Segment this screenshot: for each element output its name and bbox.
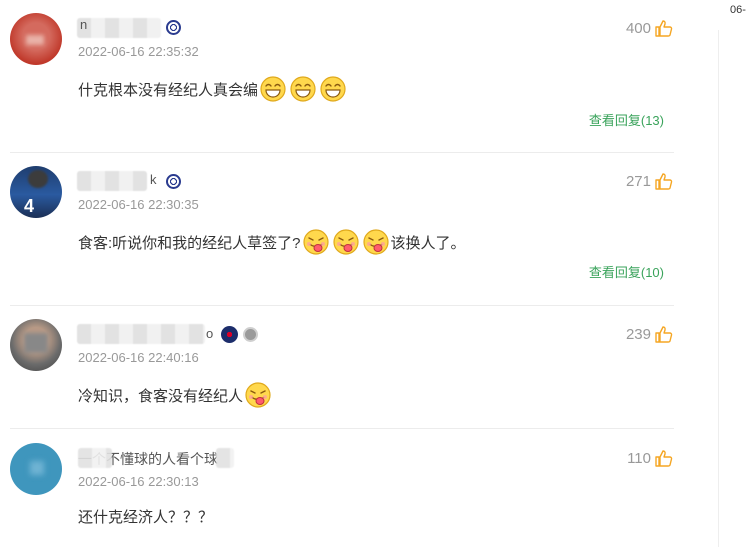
comment-text-tail: 该换人了。 bbox=[390, 234, 466, 252]
username-blurred bbox=[78, 448, 112, 468]
comment-item: 4 k 2022-06-16 22:30:35 271 食客:听说你和我的经纪人… bbox=[10, 166, 674, 296]
username-blurred[interactable] bbox=[77, 324, 205, 344]
comment-time: 2022-06-16 22:35:32 bbox=[78, 44, 199, 59]
comment-text: 冷知识，食客没有经纪人 bbox=[78, 382, 273, 408]
view-replies-link[interactable]: 查看回复(10) bbox=[589, 262, 664, 281]
sidebar-divider bbox=[718, 30, 719, 547]
like-button[interactable]: 271 bbox=[626, 171, 674, 191]
tongue-emoji-icon bbox=[362, 229, 389, 255]
tongue-emoji-icon bbox=[302, 229, 329, 255]
tongue-emoji-icon bbox=[245, 382, 271, 408]
comment-text-body: 冷知识，食客没有经纪人 bbox=[78, 387, 244, 405]
like-button[interactable]: 400 bbox=[626, 18, 674, 38]
avatar[interactable] bbox=[10, 13, 62, 65]
thumbs-up-icon bbox=[655, 173, 673, 190]
comment-text: 什克根本没有经纪人真会编 bbox=[78, 76, 348, 102]
comment-item: o 2022-06-16 22:40:16 239 冷知识，食客没有经纪人 bbox=[10, 319, 674, 419]
avatar[interactable]: 4 bbox=[10, 166, 62, 218]
like-count: 110 bbox=[627, 449, 651, 467]
username-blurred[interactable] bbox=[77, 171, 147, 191]
grin-emoji-icon bbox=[260, 76, 286, 102]
corner-date: 06- bbox=[730, 4, 746, 16]
comment-item: 一个不懂球的人看个球 2022-06-16 22:30:13 110 还什克经济… bbox=[10, 443, 674, 543]
like-count: 271 bbox=[625, 172, 651, 190]
grin-emoji-icon bbox=[290, 76, 316, 102]
comment-text: 还什克经济人？？？ bbox=[78, 506, 213, 527]
like-button[interactable]: 239 bbox=[626, 324, 674, 344]
thumbs-up-icon bbox=[655, 326, 673, 343]
comment-divider bbox=[10, 428, 674, 429]
tongue-emoji-icon bbox=[332, 229, 359, 255]
avatar[interactable] bbox=[10, 319, 62, 371]
username-fragment: n bbox=[80, 17, 88, 32]
like-count: 400 bbox=[625, 19, 651, 37]
comment-divider bbox=[10, 152, 674, 153]
comment-text-body: 什克根本没有经纪人真会编 bbox=[78, 81, 259, 99]
comment-item: n 2022-06-16 22:35:32 400 什克根本没有经纪人真会编 查… bbox=[10, 13, 674, 143]
emoji-group bbox=[243, 382, 273, 408]
club-badge-icon bbox=[166, 20, 181, 35]
view-replies-link[interactable]: 查看回复(13) bbox=[589, 110, 664, 129]
emoji-group bbox=[258, 76, 348, 102]
like-button[interactable]: 110 bbox=[627, 448, 674, 468]
username-fragment: o bbox=[206, 326, 214, 341]
thumbs-up-icon bbox=[655, 450, 673, 467]
comment-text: 食客:听说你和我的经纪人草签了? 该换人了。 bbox=[78, 229, 466, 255]
comment-text-body: 食客:听说你和我的经纪人草签了? bbox=[78, 234, 301, 252]
grin-emoji-icon bbox=[320, 76, 346, 102]
comment-time: 2022-06-16 22:30:13 bbox=[78, 474, 199, 489]
like-count: 239 bbox=[625, 325, 651, 343]
emoji-group bbox=[301, 229, 391, 255]
comment-time: 2022-06-16 22:40:16 bbox=[78, 350, 199, 365]
thumbs-up-icon bbox=[655, 20, 673, 37]
member-badge-icon bbox=[243, 327, 258, 342]
username-fragment: k bbox=[150, 172, 157, 187]
username-blurred bbox=[216, 448, 234, 468]
comment-text-body: 还什克经济人？？？ bbox=[78, 509, 214, 526]
comment-divider bbox=[10, 305, 674, 306]
avatar[interactable] bbox=[10, 443, 62, 495]
club-badge-icon bbox=[166, 174, 181, 189]
club-badge-icon bbox=[221, 326, 238, 343]
comment-time: 2022-06-16 22:30:35 bbox=[78, 197, 199, 212]
username-blurred[interactable] bbox=[77, 18, 161, 38]
